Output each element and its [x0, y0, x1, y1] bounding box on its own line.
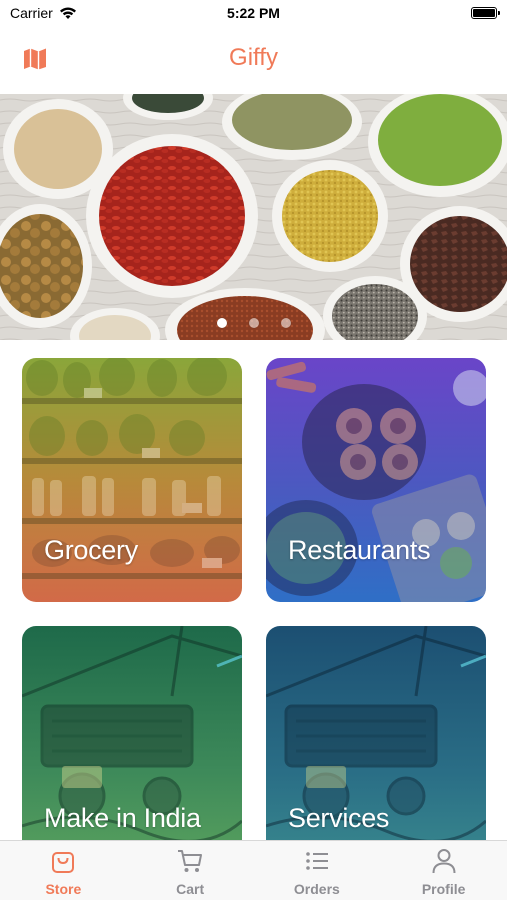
bag-icon — [52, 852, 75, 873]
category-card-restaurants[interactable]: Restaurants — [266, 358, 486, 602]
status-time: 5:22 PM — [227, 5, 280, 21]
page-dot[interactable] — [216, 318, 227, 328]
tab-store[interactable]: Store — [0, 841, 127, 900]
category-card-services[interactable]: Services — [266, 626, 486, 870]
tab-label: Orders — [293, 881, 340, 897]
tab-orders[interactable]: Orders — [254, 841, 381, 900]
cart-icon — [178, 850, 203, 872]
page-dot[interactable] — [280, 318, 291, 328]
page-indicator[interactable] — [0, 318, 507, 328]
battery-icon — [471, 7, 500, 19]
category-label: Services — [288, 803, 390, 833]
page-dot[interactable] — [248, 318, 259, 328]
person-icon — [432, 849, 456, 874]
banner-image — [0, 94, 507, 340]
page-title: Giffy — [229, 44, 278, 71]
list-icon — [306, 852, 328, 870]
promo-banner-carousel[interactable] — [0, 94, 507, 340]
tab-label: Profile — [421, 881, 466, 897]
category-card-grocery[interactable]: Grocery — [22, 358, 242, 602]
tab-label: Cart — [176, 881, 205, 897]
category-label: Restaurants — [288, 535, 431, 565]
status-bar: Carrier 5:22 PM — [0, 0, 507, 28]
category-card-make-in-india[interactable]: Make in India — [22, 626, 242, 870]
tab-bar: Store Cart Orders Profile — [0, 840, 507, 900]
category-label: Make in India — [44, 803, 201, 833]
navigation-bar: Giffy — [0, 28, 507, 92]
tab-cart[interactable]: Cart — [127, 841, 254, 900]
category-label: Grocery — [44, 535, 138, 565]
tab-label: Store — [45, 881, 82, 897]
tab-profile[interactable]: Profile — [380, 841, 507, 900]
